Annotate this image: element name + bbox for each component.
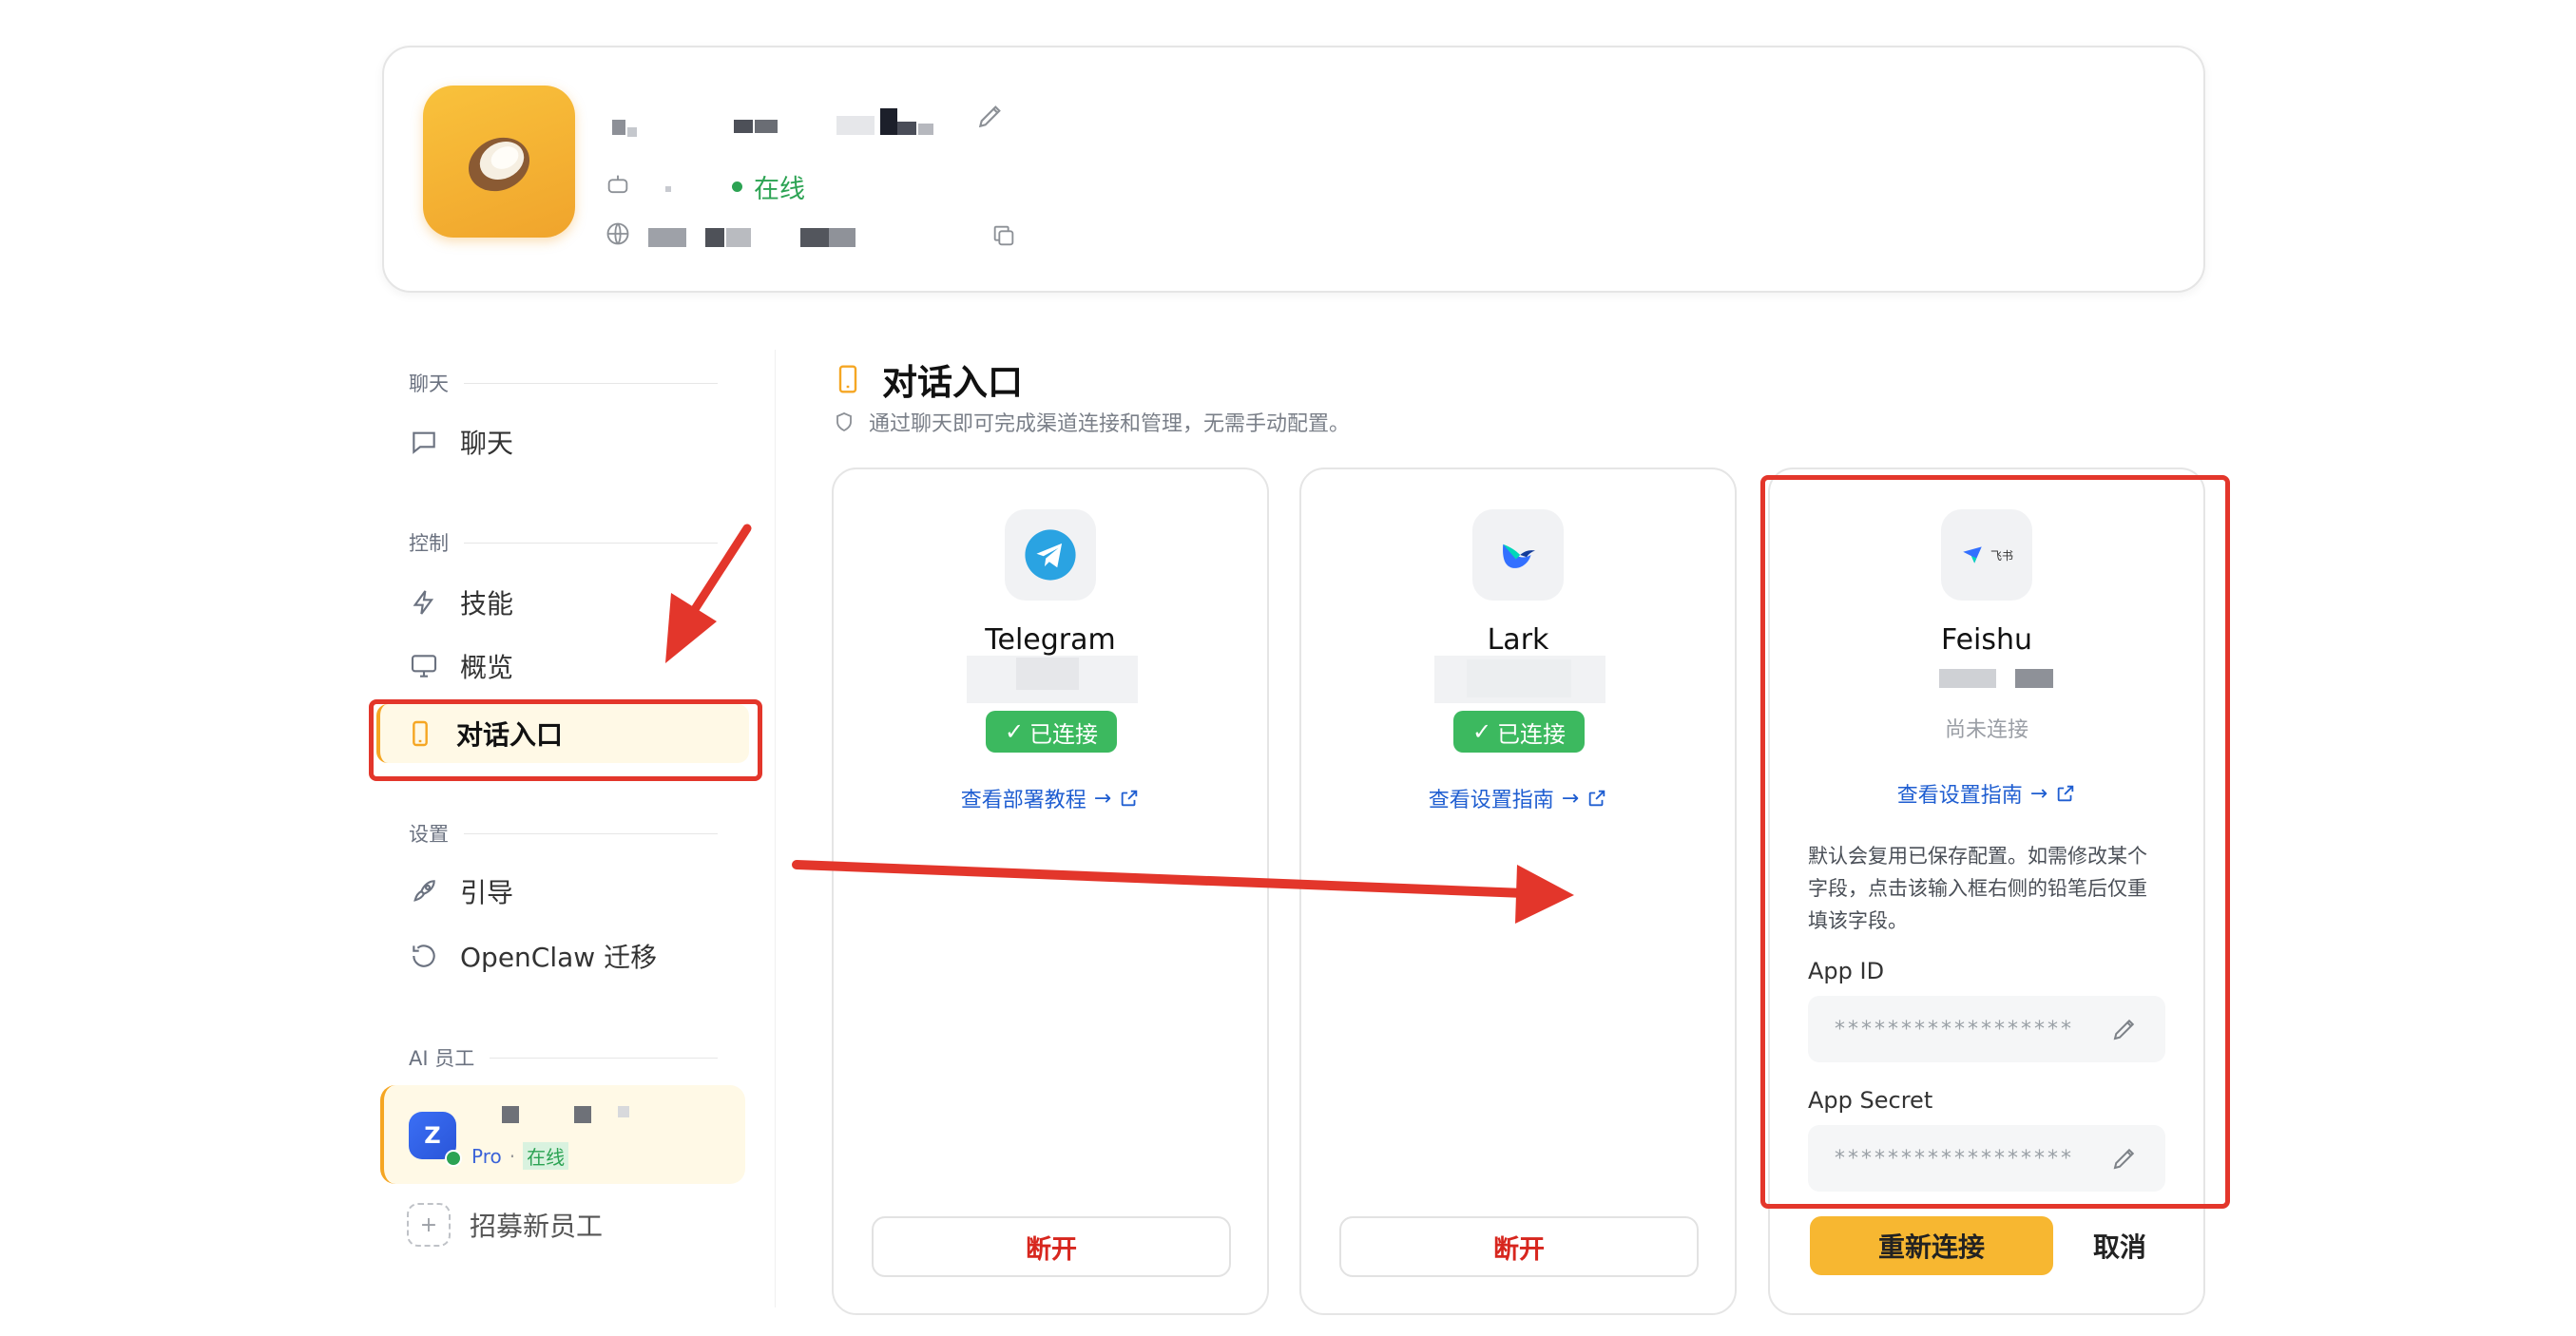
annotation-arrows (665, 524, 1574, 924)
annotation-arrow-right-head-icon (1515, 865, 1574, 924)
annotation-arrow-down-icon (683, 524, 752, 624)
annotation-arrow-right-icon (792, 860, 1529, 898)
annotation-arrow-down-head-icon (665, 593, 717, 663)
